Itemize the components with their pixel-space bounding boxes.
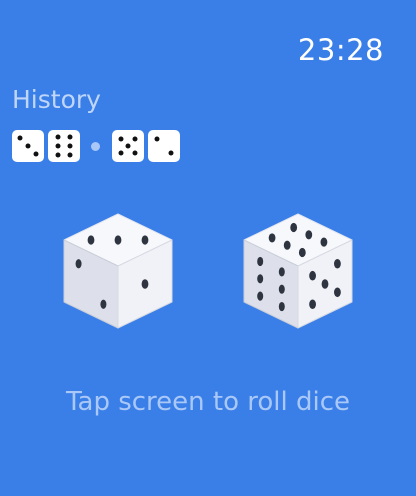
pip	[125, 143, 131, 149]
pip	[334, 287, 341, 298]
dice-screen[interactable]: 23:28 History Tap screen to roll dice	[0, 0, 416, 496]
pip	[334, 258, 341, 269]
pip	[87, 235, 95, 245]
pip	[55, 152, 61, 158]
pip	[67, 143, 73, 149]
pip	[141, 279, 149, 289]
pip	[309, 299, 316, 310]
pip	[305, 230, 313, 240]
pip	[278, 284, 285, 294]
pip	[257, 274, 264, 284]
pip	[118, 136, 124, 142]
pip	[100, 299, 107, 309]
pip	[141, 235, 149, 245]
history-title: History	[12, 85, 101, 114]
pip	[283, 240, 291, 250]
pip	[132, 136, 138, 142]
pip	[55, 134, 61, 140]
pip	[298, 247, 306, 258]
pip	[25, 143, 31, 149]
pip	[268, 233, 276, 243]
history-die-face	[112, 130, 144, 162]
history-die-face	[12, 130, 44, 162]
pip	[321, 279, 329, 289]
pip	[67, 134, 73, 140]
pip	[154, 136, 160, 142]
pip	[33, 151, 39, 157]
pip	[75, 259, 82, 269]
pip	[55, 143, 61, 149]
pip	[168, 150, 174, 156]
die-3d	[243, 213, 353, 329]
clock-time: 23:28	[297, 33, 384, 67]
pip	[320, 237, 328, 247]
roll-hint: Tap screen to roll dice	[65, 387, 351, 417]
pip	[290, 222, 298, 233]
die-3d	[63, 213, 173, 329]
pip	[132, 150, 138, 156]
pip	[114, 235, 122, 245]
history-die-face	[148, 130, 180, 162]
pip	[118, 150, 124, 156]
pip	[278, 267, 285, 277]
dot-separator-icon	[91, 142, 100, 151]
pip	[278, 301, 285, 312]
pip	[257, 291, 264, 301]
pip	[17, 135, 23, 141]
pip	[309, 270, 316, 281]
pip	[257, 256, 264, 267]
pip	[67, 152, 73, 158]
history-die-face	[48, 130, 80, 162]
